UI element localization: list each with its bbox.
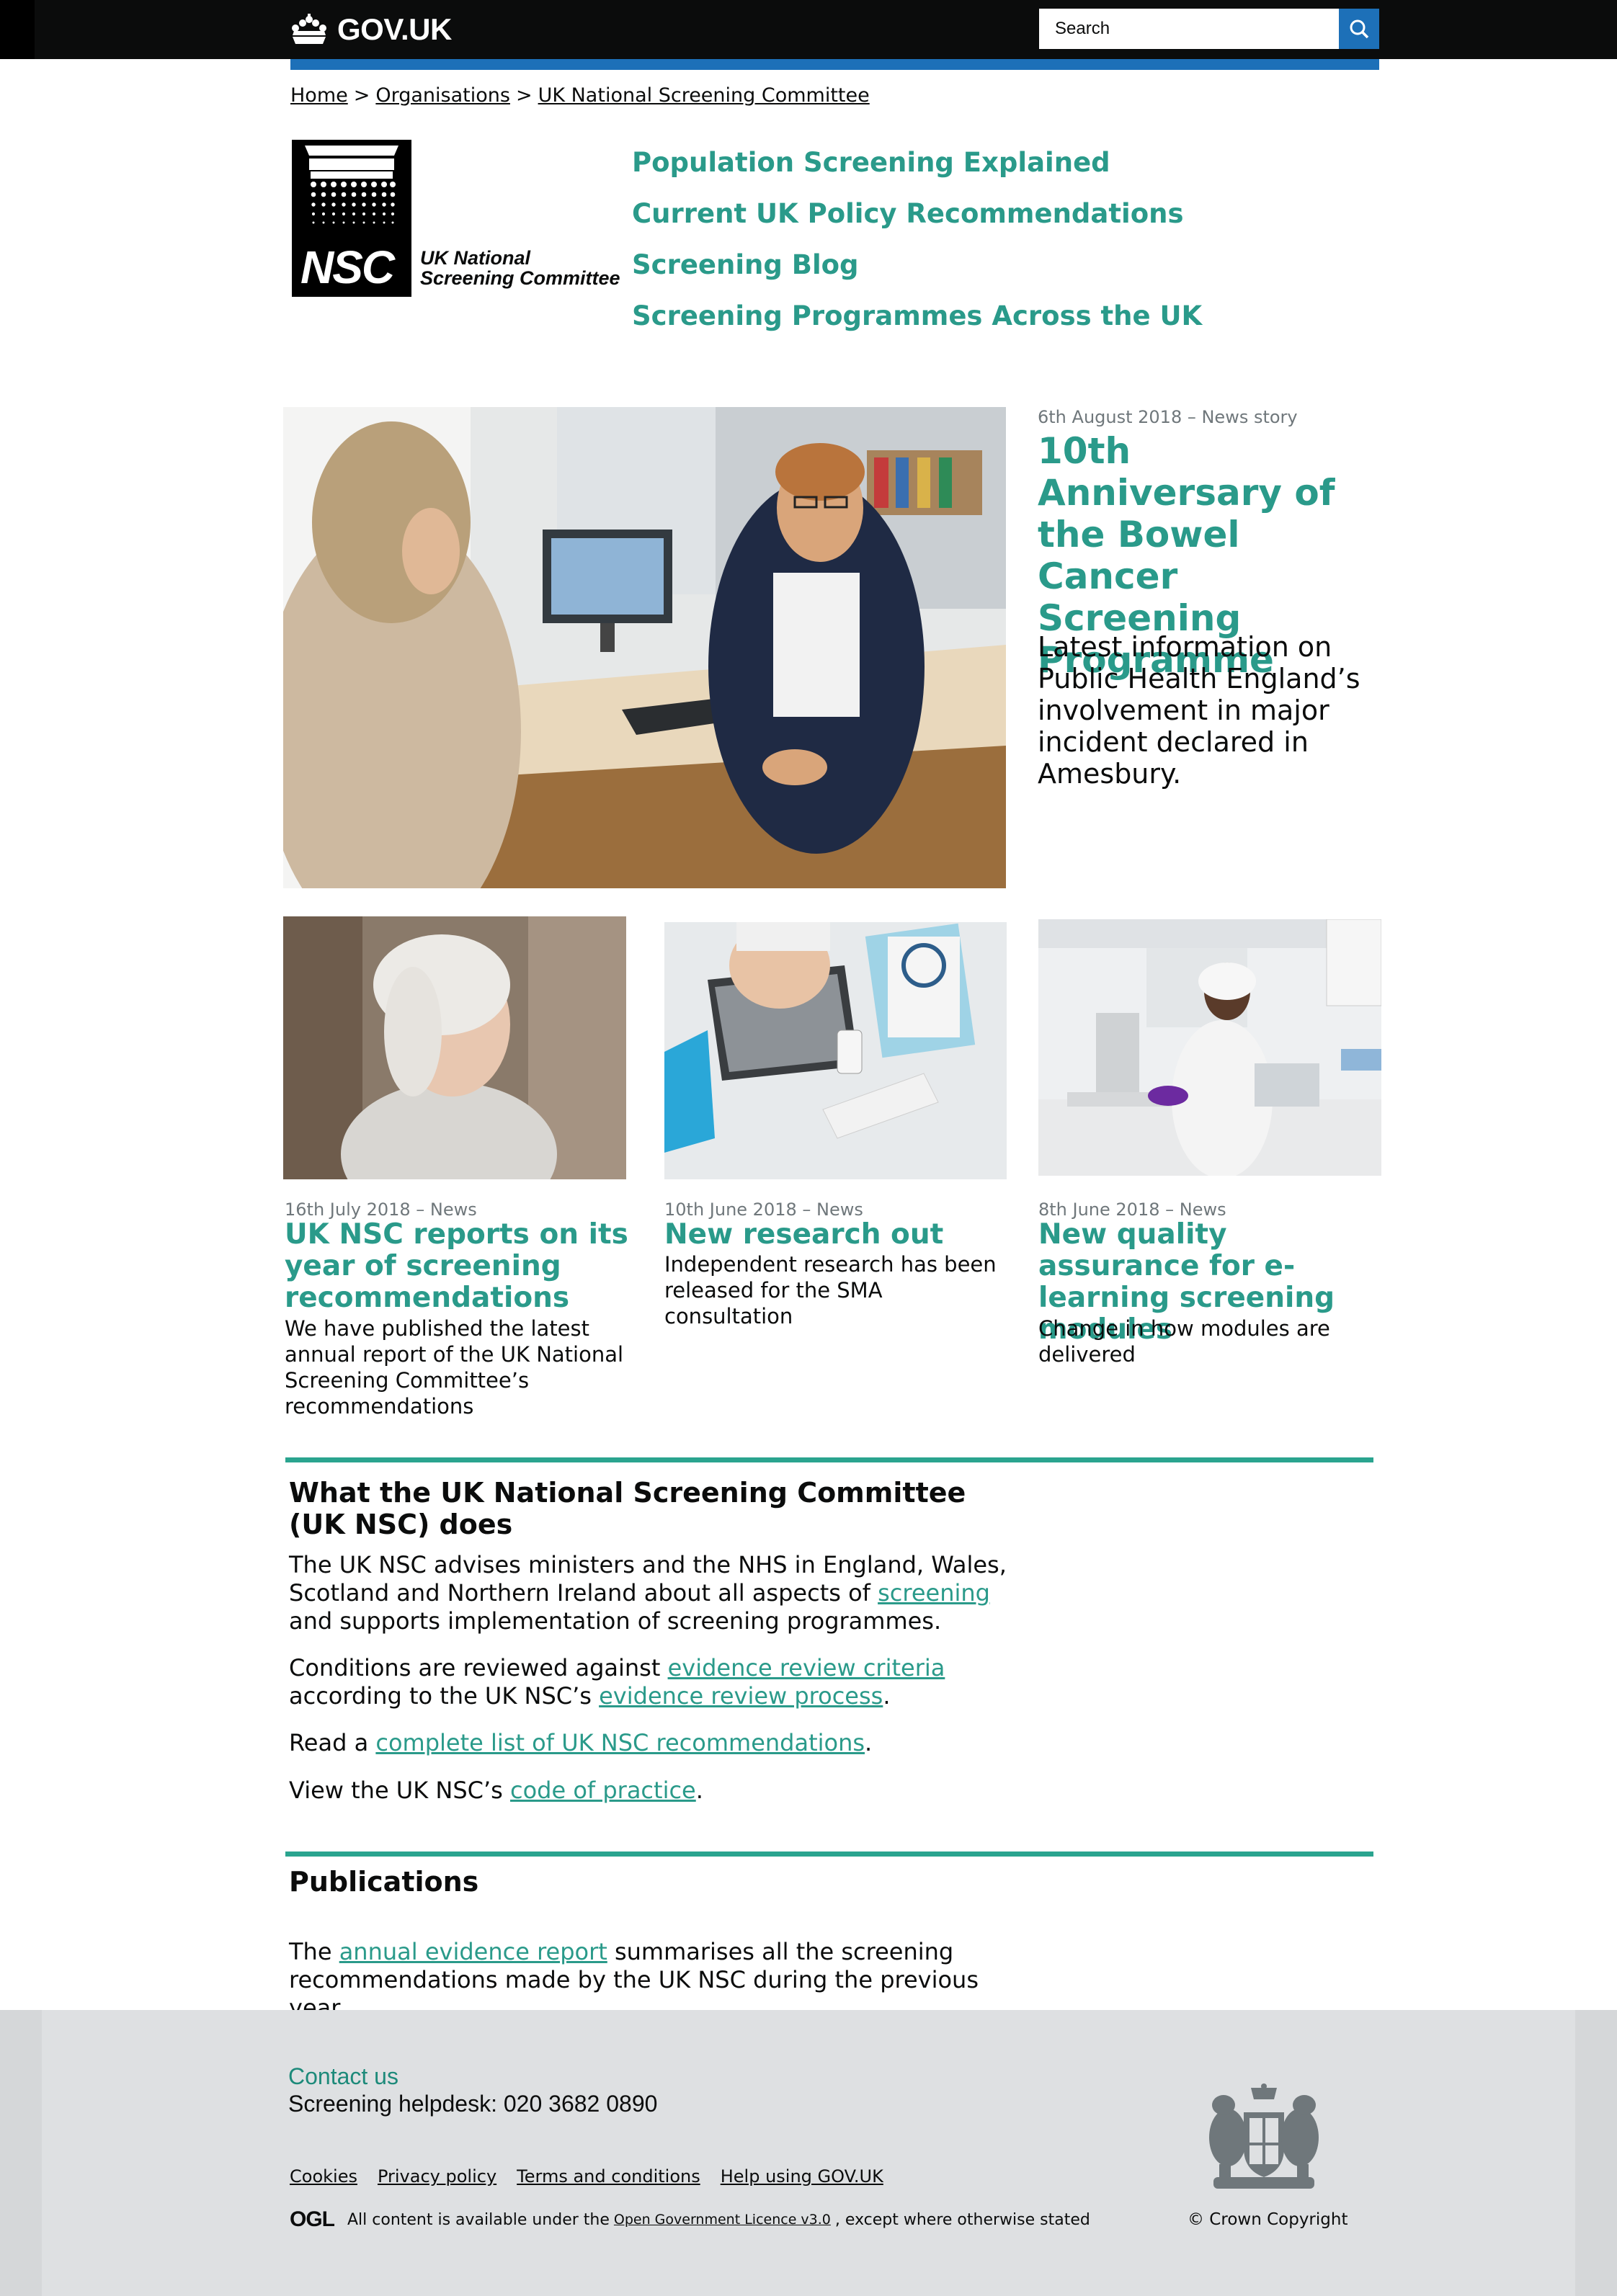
hero-description: Latest information on Public Health Engl… [1038, 631, 1360, 790]
card-3-photo [1038, 919, 1381, 1176]
card-1-title-link[interactable]: UK NSC reports on its year of screening … [285, 1219, 631, 1314]
about-paragraph-2: Conditions are reviewed against evidence… [289, 1654, 1010, 1710]
about-p4-text-a: View the UK NSC’s [289, 1777, 510, 1804]
ogl-logo: OGL [290, 2207, 335, 2231]
publications-section-rule [285, 1851, 1373, 1857]
nsc-logo-mark: NSC [292, 140, 411, 297]
royal-coat-of-arms-icon[interactable] [1199, 2083, 1329, 2199]
nsc-logo-line2: Screening Committee [420, 267, 620, 289]
licence-text-a: All content is available under the [347, 2210, 610, 2229]
nsc-dots-icon [305, 146, 398, 224]
nsc-logo-letters: NSC [300, 241, 395, 293]
recommendations-list-link[interactable]: complete list of UK NSC recommendations [375, 1729, 865, 1756]
about-paragraph-1: The UK NSC advises ministers and the NHS… [289, 1551, 1010, 1635]
crown-copyright: © Crown Copyright [1188, 2210, 1348, 2229]
publications-title: Publications [289, 1866, 479, 1898]
about-p1-text-b: and supports implementation of screening… [289, 1607, 942, 1635]
crest-icon [1209, 2083, 1319, 2189]
breadcrumb: Home > Organisations > UK National Screening… [290, 84, 870, 107]
breadcrumb-uk-nsc[interactable]: UK National Screening Committee [538, 84, 870, 107]
card-2-description: Independent research has been released f… [664, 1252, 997, 1328]
footer-link-cookies[interactable]: Cookies [290, 2166, 357, 2186]
breadcrumb-organisations[interactable]: Organisations [375, 84, 510, 107]
about-paragraph-3: Read a complete list of UK NSC recommend… [289, 1729, 1010, 1757]
licence-text-b: , except where otherwise stated [834, 2210, 1090, 2229]
card-1-description: We have published the latest annual repo… [285, 1316, 624, 1419]
nav-link-population-screening[interactable]: Population Screening Explained [632, 141, 1202, 192]
breadcrumb-separator: > [515, 84, 533, 107]
nsc-logo-text: UK National Screening Committee [420, 248, 620, 288]
screening-link[interactable]: screening [878, 1579, 990, 1607]
footer-edge-right [1575, 2010, 1617, 2296]
nav-link-screening-blog[interactable]: Screening Blog [632, 244, 1202, 295]
search-box [1039, 9, 1340, 49]
evidence-review-process-link[interactable]: evidence review process [599, 1682, 883, 1710]
about-paragraph-4: View the UK NSC’s code of practice. [289, 1777, 1010, 1805]
about-section-rule [285, 1457, 1373, 1462]
footer-links: Cookies Privacy policy Terms and conditi… [290, 2166, 883, 2186]
site-footer [0, 2010, 1617, 2296]
ogl-licence-link[interactable]: Open Government Licence v3.0 [614, 2212, 831, 2228]
about-p3-text-a: Read a [289, 1729, 376, 1756]
breadcrumb-home[interactable]: Home [290, 84, 348, 107]
screening-helpdesk-phone: Screening helpdesk: 020 3682 0890 [288, 2091, 658, 2117]
licence-statement: OGL All content is available under the O… [290, 2207, 1090, 2232]
about-p2-text-a: Conditions are reviewed against [289, 1654, 668, 1681]
nav-link-policy-recommendations[interactable]: Current UK Policy Recommendations [632, 192, 1202, 244]
card-2-title-link[interactable]: New research out [664, 1219, 1010, 1251]
nav-link-programmes-across-uk[interactable]: Screening Programmes Across the UK [632, 295, 1202, 346]
header-blue-bar [290, 59, 1379, 70]
search-icon [1350, 19, 1369, 39]
card-1-photo [283, 916, 626, 1179]
footer-link-terms[interactable]: Terms and conditions [517, 2166, 700, 2186]
card-1-image[interactable] [283, 916, 626, 1179]
card-2-meta: 10th June 2018 – News [664, 1200, 863, 1220]
contact-us-link[interactable]: Contact us [288, 2063, 398, 2090]
about-p4-text-b: . [695, 1777, 703, 1804]
footer-edge-left [0, 2010, 42, 2296]
nsc-logo-line1: UK National [420, 247, 531, 269]
footer-link-privacy[interactable]: Privacy policy [378, 2166, 496, 2186]
hero-photo [283, 407, 1006, 888]
crown-icon [292, 14, 326, 44]
about-p2-text-b: according to the UK NSC’s [289, 1682, 600, 1710]
card-3-image[interactable] [1038, 919, 1381, 1176]
card-2-image[interactable] [664, 922, 1007, 1179]
header-edge [0, 0, 35, 59]
govuk-logo-text: GOV.UK [337, 12, 452, 46]
card-2-photo [664, 922, 1007, 1179]
footer-link-help[interactable]: Help using GOV.UK [721, 2166, 883, 2186]
code-of-practice-link[interactable]: code of practice [510, 1777, 696, 1804]
annual-evidence-report-link[interactable]: annual evidence report [339, 1938, 607, 1965]
card-3-meta: 8th June 2018 – News [1038, 1200, 1226, 1220]
search-button[interactable] [1339, 9, 1379, 49]
evidence-review-criteria-link[interactable]: evidence review criteria [668, 1654, 945, 1681]
breadcrumb-separator: > [353, 84, 370, 107]
publications-text-a: The [289, 1938, 339, 1965]
search-input[interactable] [1041, 10, 1340, 48]
nsc-logo: NSC UK National Screening Committee [292, 140, 623, 298]
hero-image[interactable] [283, 407, 1006, 888]
govuk-logo-link[interactable]: GOV.UK [288, 12, 452, 48]
card-1-meta: 16th July 2018 – News [285, 1200, 477, 1220]
about-p3-text-b: . [865, 1729, 873, 1756]
about-section-title: What the UK National Screening Committee… [289, 1477, 966, 1540]
card-3-description: Change in how modules are delivered [1038, 1316, 1330, 1367]
top-nav: Population Screening Explained Current U… [632, 141, 1202, 346]
about-p2-text-c: . [883, 1682, 891, 1710]
hero-meta: 6th August 2018 – News story [1038, 407, 1298, 427]
